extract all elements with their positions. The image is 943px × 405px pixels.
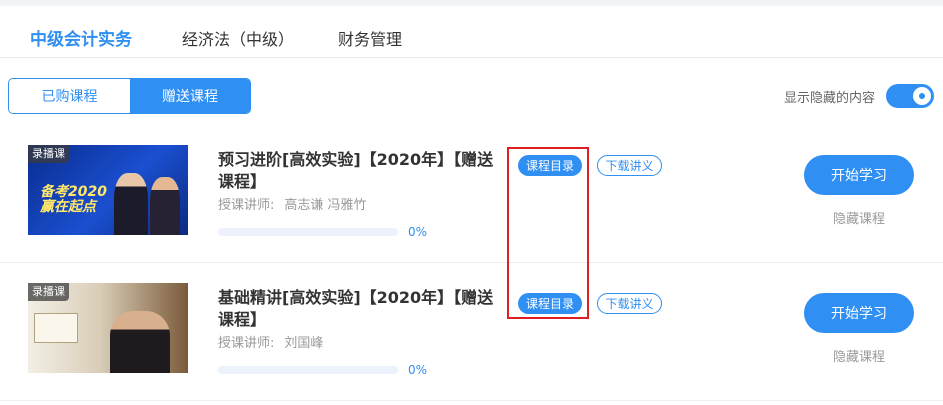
start-learning-button[interactable]: 开始学习 bbox=[804, 293, 914, 333]
slogan-line-1: 备考2020 bbox=[40, 184, 107, 200]
instructor-photo bbox=[150, 177, 180, 235]
progress-bar bbox=[218, 228, 398, 236]
course-thumbnail[interactable]: 录播课 备考2020 赢在起点 bbox=[28, 145, 188, 235]
tab-economic-law[interactable]: 经济法（中级） bbox=[182, 26, 294, 50]
recorded-course-tag: 录播课 bbox=[28, 145, 69, 163]
hide-course-link[interactable]: 隐藏课程 bbox=[804, 208, 914, 227]
progress-percent: 0% bbox=[408, 225, 428, 239]
course-row: 录播课 备考2020 赢在起点 预习进阶[高效实验]【2020年】【赠送课程】 … bbox=[0, 125, 943, 263]
download-handout-button[interactable]: 下载讲义 bbox=[597, 155, 662, 176]
start-learning-button[interactable]: 开始学习 bbox=[804, 155, 914, 195]
switch-knob bbox=[913, 87, 931, 105]
tab-intermediate-accounting[interactable]: 中级会计实务 bbox=[30, 25, 132, 50]
instructor-photo bbox=[114, 173, 148, 235]
instructor-info: 授课讲师: 刘国峰 bbox=[218, 332, 323, 351]
instructor-names: 高志谦 冯雅竹 bbox=[284, 198, 367, 213]
download-handout-button[interactable]: 下载讲义 bbox=[597, 293, 662, 314]
subject-tab-bar: 中级会计实务 经济法（中级） 财务管理 bbox=[0, 6, 943, 58]
course-title[interactable]: 基础精讲[高效实验]【2020年】【赠送课程】 bbox=[218, 287, 503, 331]
show-hidden-label: 显示隐藏的内容 bbox=[783, 91, 875, 106]
slogan-line-2: 赢在起点 bbox=[40, 199, 96, 215]
instructor-label: 授课讲师: bbox=[218, 198, 275, 213]
course-thumbnail[interactable]: 录播课 bbox=[28, 283, 188, 373]
instructor-photo bbox=[110, 311, 170, 373]
progress-bar bbox=[218, 366, 398, 374]
instructor-label: 授课讲师: bbox=[218, 336, 275, 351]
course-title[interactable]: 预习进阶[高效实验]【2020年】【赠送课程】 bbox=[218, 149, 503, 193]
annotation-highlight-box bbox=[507, 147, 589, 319]
progress-percent: 0% bbox=[408, 363, 428, 377]
instructor-names: 刘国峰 bbox=[284, 336, 324, 351]
course-type-toggle: 已购课程 赠送课程 bbox=[8, 78, 251, 114]
purchased-courses-tab[interactable]: 已购课程 bbox=[9, 79, 130, 113]
book-cover-graphic bbox=[34, 313, 78, 343]
instructor-info: 授课讲师: 高志谦 冯雅竹 bbox=[218, 194, 367, 213]
show-hidden-switch[interactable] bbox=[886, 84, 934, 108]
thumbnail-slogan: 备考2020 赢在起点 bbox=[40, 185, 107, 215]
recorded-course-tag: 录播课 bbox=[28, 283, 69, 301]
tab-financial-management[interactable]: 财务管理 bbox=[338, 26, 402, 50]
hide-course-link[interactable]: 隐藏课程 bbox=[804, 346, 914, 365]
gifted-courses-tab[interactable]: 赠送课程 bbox=[130, 79, 250, 113]
course-row: 录播课 基础精讲[高效实验]【2020年】【赠送课程】 授课讲师: 刘国峰 0% … bbox=[0, 263, 943, 401]
